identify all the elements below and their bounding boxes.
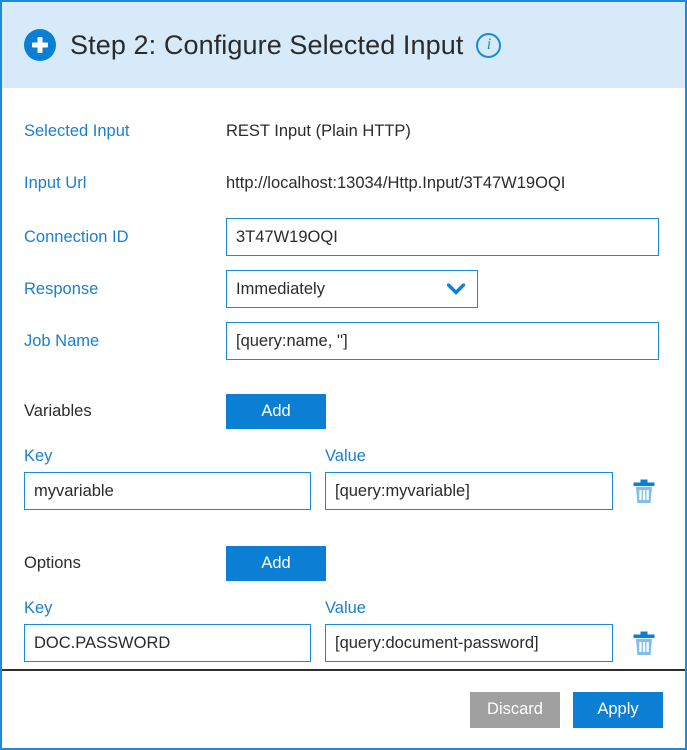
dialog-body: Selected Input REST Input (Plain HTTP) I… — [2, 116, 685, 662]
selected-input-value: REST Input (Plain HTTP) — [226, 121, 411, 140]
info-circle-icon[interactable]: i — [476, 32, 502, 58]
connection-id-input[interactable]: 3T47W19OQI — [226, 218, 659, 256]
row-selected-input: Selected Input REST Input (Plain HTTP) — [24, 116, 663, 146]
chevron-down-icon — [447, 283, 465, 295]
variables-value-input[interactable]: [query:myvariable] — [325, 472, 613, 510]
row-response: Response Immediately — [24, 270, 663, 308]
options-header: Options Add — [24, 546, 663, 581]
response-label: Response — [24, 279, 99, 298]
configure-input-dialog: Step 2: Configure Selected Input i Selec… — [0, 0, 687, 750]
input-url-label: Input Url — [24, 173, 87, 192]
row-job-name: Job Name [query:name, ''] — [24, 322, 663, 360]
job-name-label: Job Name — [24, 331, 100, 350]
variables-section: Variables Add Key Value myvariable [quer… — [24, 394, 663, 510]
variables-key-header: Key — [24, 447, 53, 465]
plus-circle-icon — [24, 29, 56, 61]
variables-key-input[interactable]: myvariable — [24, 472, 311, 510]
options-key-input[interactable]: DOC.PASSWORD — [24, 624, 311, 662]
variables-title: Variables — [24, 402, 92, 420]
variables-delete-button[interactable] — [627, 479, 661, 504]
variables-header: Variables Add — [24, 394, 663, 429]
options-key-header: Key — [24, 599, 53, 617]
options-value-header: Value — [325, 599, 366, 617]
job-name-input[interactable]: [query:name, ''] — [226, 322, 659, 360]
trash-icon — [633, 631, 655, 655]
table-row: DOC.PASSWORD [query:document-password] — [24, 624, 663, 662]
apply-button[interactable]: Apply — [573, 691, 663, 728]
variables-value-header: Value — [325, 447, 366, 465]
options-title: Options — [24, 554, 81, 572]
options-section: Options Add Key Value DOC.PASSWORD [quer… — [24, 546, 663, 662]
table-row: myvariable [query:myvariable] — [24, 472, 663, 510]
response-selected-value: Immediately — [236, 279, 325, 298]
variables-column-headers: Key Value — [24, 447, 663, 466]
options-add-button[interactable]: Add — [226, 546, 326, 581]
input-url-value: http://localhost:13034/Http.Input/3T47W1… — [226, 173, 566, 192]
row-connection-id: Connection ID 3T47W19OQI — [24, 218, 663, 256]
page-title: Step 2: Configure Selected Input — [70, 29, 464, 60]
discard-button[interactable]: Discard — [470, 691, 560, 728]
dialog-header: Step 2: Configure Selected Input i — [2, 2, 685, 88]
variables-add-button[interactable]: Add — [226, 394, 326, 429]
row-input-url: Input Url http://localhost:13034/Http.In… — [24, 168, 663, 198]
options-column-headers: Key Value — [24, 599, 663, 618]
options-value-input[interactable]: [query:document-password] — [325, 624, 613, 662]
connection-id-label: Connection ID — [24, 227, 129, 246]
trash-icon — [633, 479, 655, 503]
dialog-footer: Discard Apply — [2, 669, 685, 748]
selected-input-label: Selected Input — [24, 121, 130, 140]
options-delete-button[interactable] — [627, 631, 661, 656]
response-select[interactable]: Immediately — [226, 270, 478, 308]
